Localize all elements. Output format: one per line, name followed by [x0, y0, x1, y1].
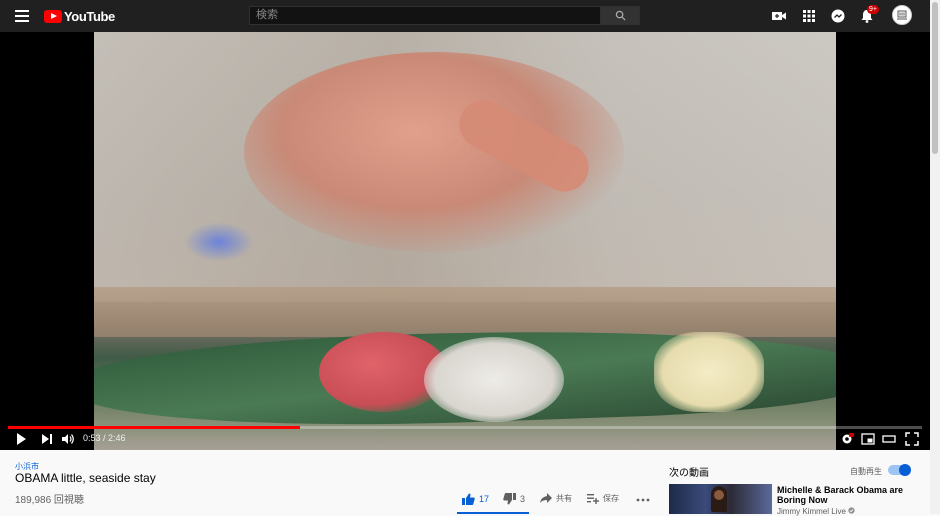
create-video-icon[interactable] [771, 8, 787, 24]
search-input[interactable]: 検索 [249, 6, 601, 25]
account-avatar[interactable] [892, 5, 912, 25]
search-button[interactable] [600, 6, 640, 25]
miniplayer-icon[interactable] [861, 432, 875, 446]
progress-played [8, 426, 300, 429]
autoplay-label: 自動再生 [850, 467, 882, 476]
view-count: 189,986 回視聴 [15, 495, 84, 506]
messages-icon[interactable] [830, 8, 846, 24]
logo-wordmark: YouTube [64, 8, 115, 24]
volume-icon[interactable] [61, 432, 75, 446]
dislike-button[interactable]: 3 [503, 493, 525, 505]
save-button[interactable]: 保存 [587, 493, 619, 504]
more-actions-button[interactable] [636, 493, 654, 504]
menu-icon[interactable] [15, 10, 29, 22]
apps-grid-icon[interactable] [801, 8, 817, 24]
play-icon[interactable] [15, 432, 27, 446]
save-label: 保存 [603, 494, 619, 503]
thumbs-up-icon [462, 493, 475, 505]
search-icon [615, 10, 626, 21]
autoplay-toggle[interactable] [888, 464, 911, 476]
masthead: YouTube 検索 9+ [0, 0, 930, 32]
video-player[interactable]: 0:53 / 2:46 [0, 32, 930, 450]
settings-gear-icon[interactable] [840, 432, 854, 446]
youtube-logo[interactable]: YouTube [44, 8, 115, 24]
next-icon[interactable] [41, 432, 53, 446]
video-frame[interactable] [94, 32, 836, 450]
player-controls: 0:53 / 2:46 [0, 430, 930, 450]
theater-mode-icon[interactable] [882, 432, 896, 446]
dislike-count: 3 [520, 494, 526, 504]
video-title: OBAMA little, seaside stay [15, 471, 156, 485]
time-display: 0:53 / 2:46 [83, 433, 126, 443]
recommendation-channel: Jimmy Kimmel Live [777, 507, 855, 516]
like-count: 17 [479, 494, 490, 504]
fullscreen-icon[interactable] [905, 432, 919, 446]
page-scrollbar[interactable] [930, 0, 940, 514]
thumbs-down-icon [503, 493, 516, 505]
notification-badge: 9+ [867, 5, 879, 14]
youtube-play-icon [44, 9, 62, 23]
recommendation-title[interactable]: Michelle & Barack Obama are Boring Now [777, 485, 912, 505]
more-horizontal-icon [636, 498, 650, 502]
ginger-image [654, 332, 764, 412]
verified-check-icon [848, 507, 855, 514]
share-button[interactable]: 共有 [540, 493, 572, 504]
share-label: 共有 [556, 494, 572, 503]
up-next-heading: 次の動画 [669, 468, 709, 479]
share-icon [540, 493, 552, 503]
progress-bar[interactable] [8, 426, 922, 429]
recommendation-thumbnail[interactable] [669, 484, 772, 514]
avatar-emblem-icon [897, 10, 907, 20]
like-button[interactable]: 17 [462, 493, 489, 505]
playlist-add-icon [587, 494, 599, 504]
